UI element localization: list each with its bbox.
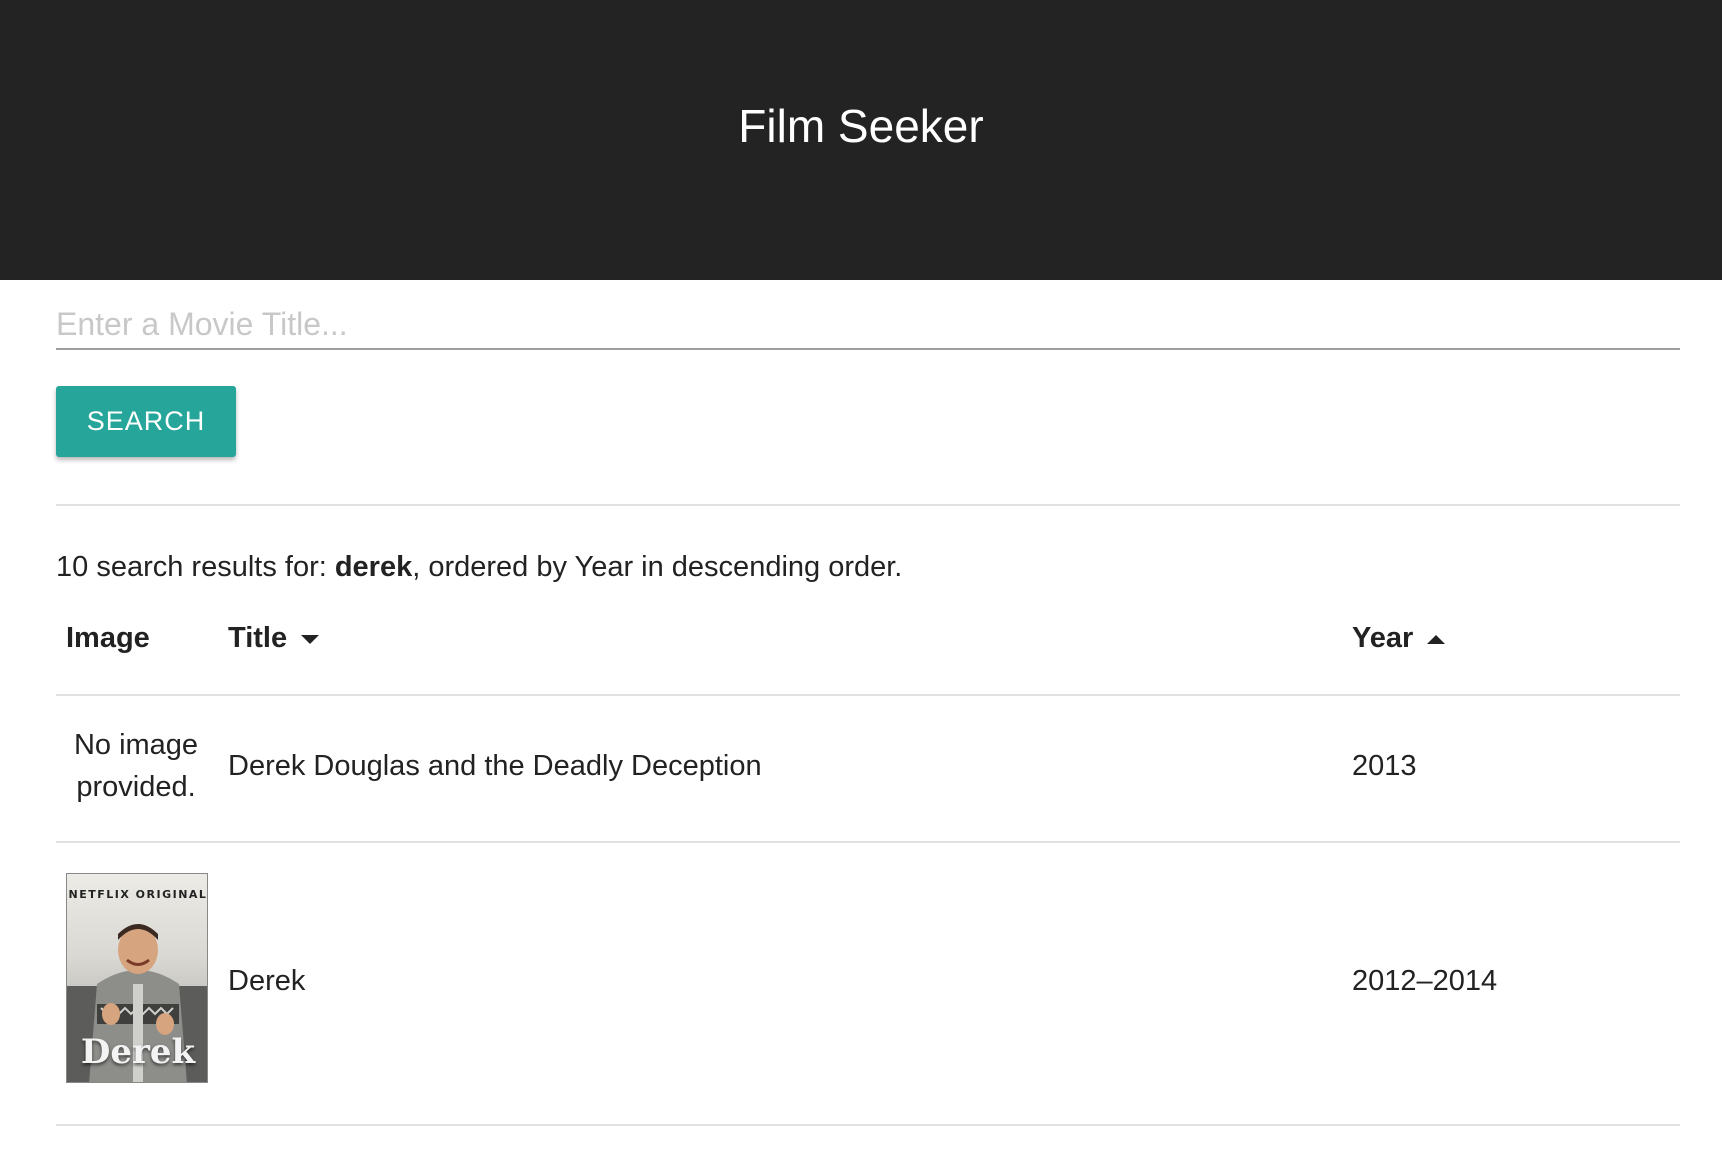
no-image-placeholder: No image provided. [56, 724, 216, 808]
row-title: Derek Douglas and the Deadly Deception [228, 750, 762, 782]
summary-prefix: 10 search results for: [56, 551, 335, 583]
movie-title-input[interactable] [56, 300, 1680, 350]
sort-descending-icon[interactable] [301, 634, 320, 644]
section-divider [56, 504, 1680, 506]
app-title: Film Seeker [738, 100, 984, 152]
summary-suffix: , ordered by Year in descending order. [412, 551, 903, 583]
no-image-text-line2: provided. [76, 771, 196, 803]
no-image-text-line1: No image [73, 729, 199, 761]
app-header: Film Seeker [0, 0, 1722, 280]
column-header-year-label: Year [1352, 622, 1414, 654]
column-header-title-label: Title [228, 622, 288, 654]
row-divider [56, 1124, 1680, 1126]
column-header-image: Image [66, 618, 150, 658]
poster-title-text: Derek [80, 1032, 196, 1072]
search-button[interactable]: SEARCH [56, 386, 236, 457]
row-year: 2013 [1352, 750, 1417, 782]
row-title: Derek [228, 965, 306, 997]
row-year: 2012–2014 [1352, 965, 1498, 997]
column-header-year[interactable]: Year [1352, 618, 1446, 658]
sort-ascending-icon[interactable] [1427, 634, 1446, 644]
column-header-title[interactable]: Title [228, 618, 320, 658]
movie-poster-image: NETFLIX ORIGINAL Derek [66, 873, 208, 1083]
results-summary: 10 search results for: derek, ordered by… [56, 548, 902, 586]
poster-brand-text: NETFLIX ORIGINAL [68, 888, 208, 901]
table-row: NETFLIX ORIGINAL Derek Derek 2012–2014 [56, 843, 1680, 1125]
column-header-image-label: Image [66, 622, 150, 654]
table-row: No image provided. Derek Douglas and the… [56, 696, 1680, 842]
summary-query: derek [334, 551, 413, 583]
